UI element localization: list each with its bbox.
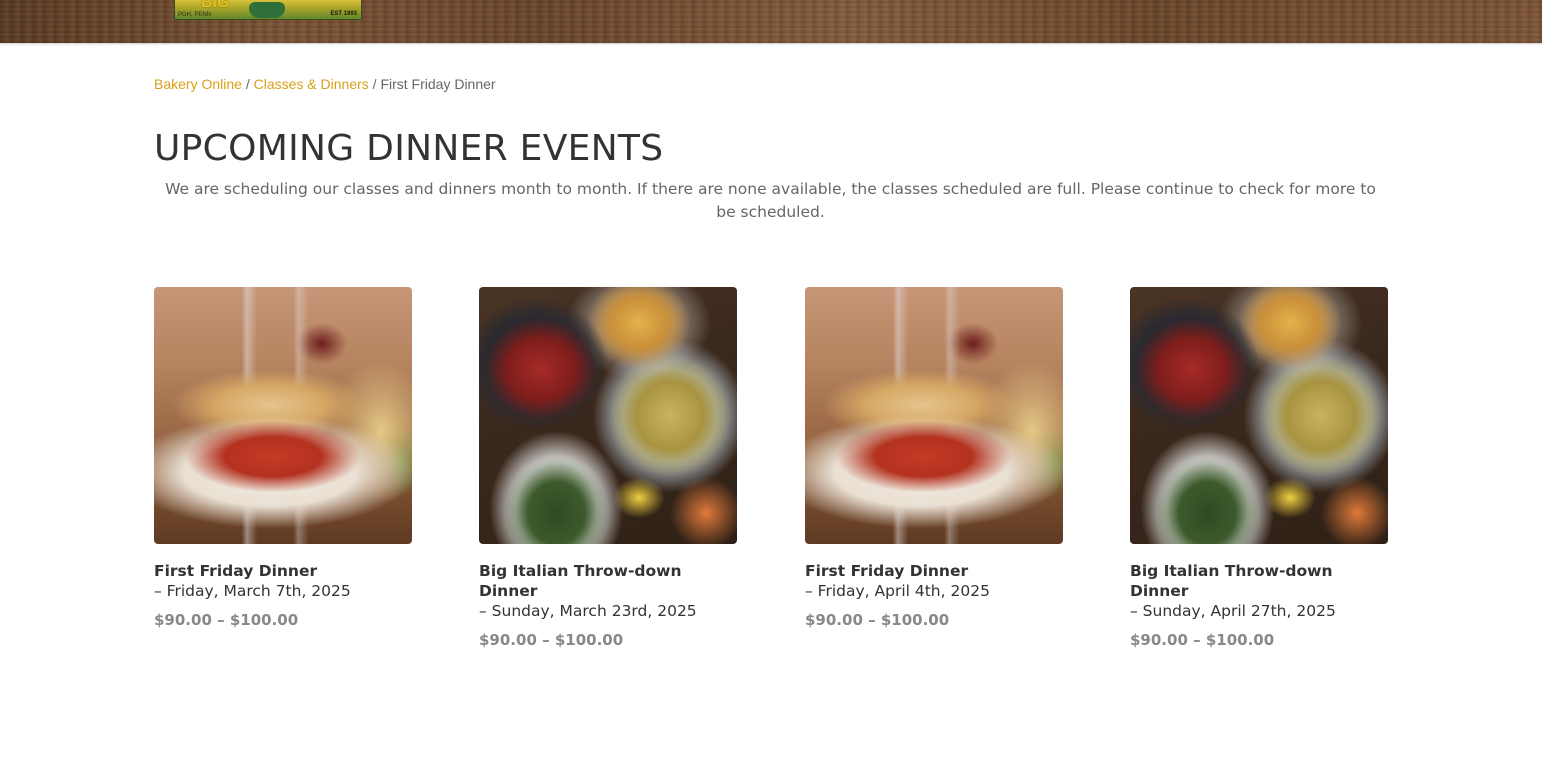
product-title[interactable]: Big Italian Throw-down Dinner bbox=[479, 561, 737, 601]
italian-platter-image[interactable] bbox=[1130, 287, 1388, 544]
product-date: – Sunday, April 27th, 2025 bbox=[1130, 602, 1336, 620]
breadcrumb-separator: / bbox=[372, 76, 377, 92]
logo-mark: BIG bbox=[201, 0, 230, 11]
page-title: UPCOMING DINNER EVENTS bbox=[154, 128, 664, 169]
breadcrumb-link-bakery-online[interactable]: Bakery Online bbox=[154, 76, 242, 92]
product-card[interactable]: Big Italian Throw-down Dinner – Sunday, … bbox=[1130, 287, 1388, 649]
product-price: $90.00 – $100.00 bbox=[479, 631, 624, 649]
product-price: $90.00 – $100.00 bbox=[1130, 631, 1275, 649]
product-price: $90.00 – $100.00 bbox=[805, 611, 950, 629]
site-logo[interactable]: BIG PGH, PENN EST 1993 bbox=[174, 0, 362, 20]
product-date: – Sunday, March 23rd, 2025 bbox=[479, 602, 697, 620]
logo-cart-illustration bbox=[249, 2, 285, 18]
intro-text: We are scheduling our classes and dinner… bbox=[165, 180, 1376, 221]
product-date: – Friday, March 7th, 2025 bbox=[154, 582, 351, 600]
pasta-dinner-image[interactable] bbox=[805, 287, 1063, 544]
product-card[interactable]: First Friday Dinner – Friday, March 7th,… bbox=[154, 287, 412, 629]
product-title[interactable]: First Friday Dinner bbox=[805, 561, 1063, 581]
product-title[interactable]: First Friday Dinner bbox=[154, 561, 412, 581]
breadcrumb-current: First Friday Dinner bbox=[380, 76, 496, 92]
product-price: $90.00 – $100.00 bbox=[154, 611, 299, 629]
product-date: – Friday, April 4th, 2025 bbox=[805, 582, 990, 600]
logo-tagline-left: PGH, PENN bbox=[178, 12, 212, 18]
product-card[interactable]: First Friday Dinner – Friday, April 4th,… bbox=[805, 287, 1063, 629]
pasta-dinner-image[interactable] bbox=[154, 287, 412, 544]
logo-tagline-right: EST 1993 bbox=[330, 11, 357, 17]
italian-platter-image[interactable] bbox=[479, 287, 737, 544]
breadcrumb: Bakery Online / Classes & Dinners / Firs… bbox=[154, 76, 496, 92]
site-header: BIG PGH, PENN EST 1993 bbox=[0, 0, 1542, 43]
product-card[interactable]: Big Italian Throw-down Dinner – Sunday, … bbox=[479, 287, 737, 649]
product-title[interactable]: Big Italian Throw-down Dinner bbox=[1130, 561, 1388, 601]
breadcrumb-link-classes-dinners[interactable]: Classes & Dinners bbox=[254, 76, 369, 92]
breadcrumb-separator: / bbox=[245, 76, 250, 92]
